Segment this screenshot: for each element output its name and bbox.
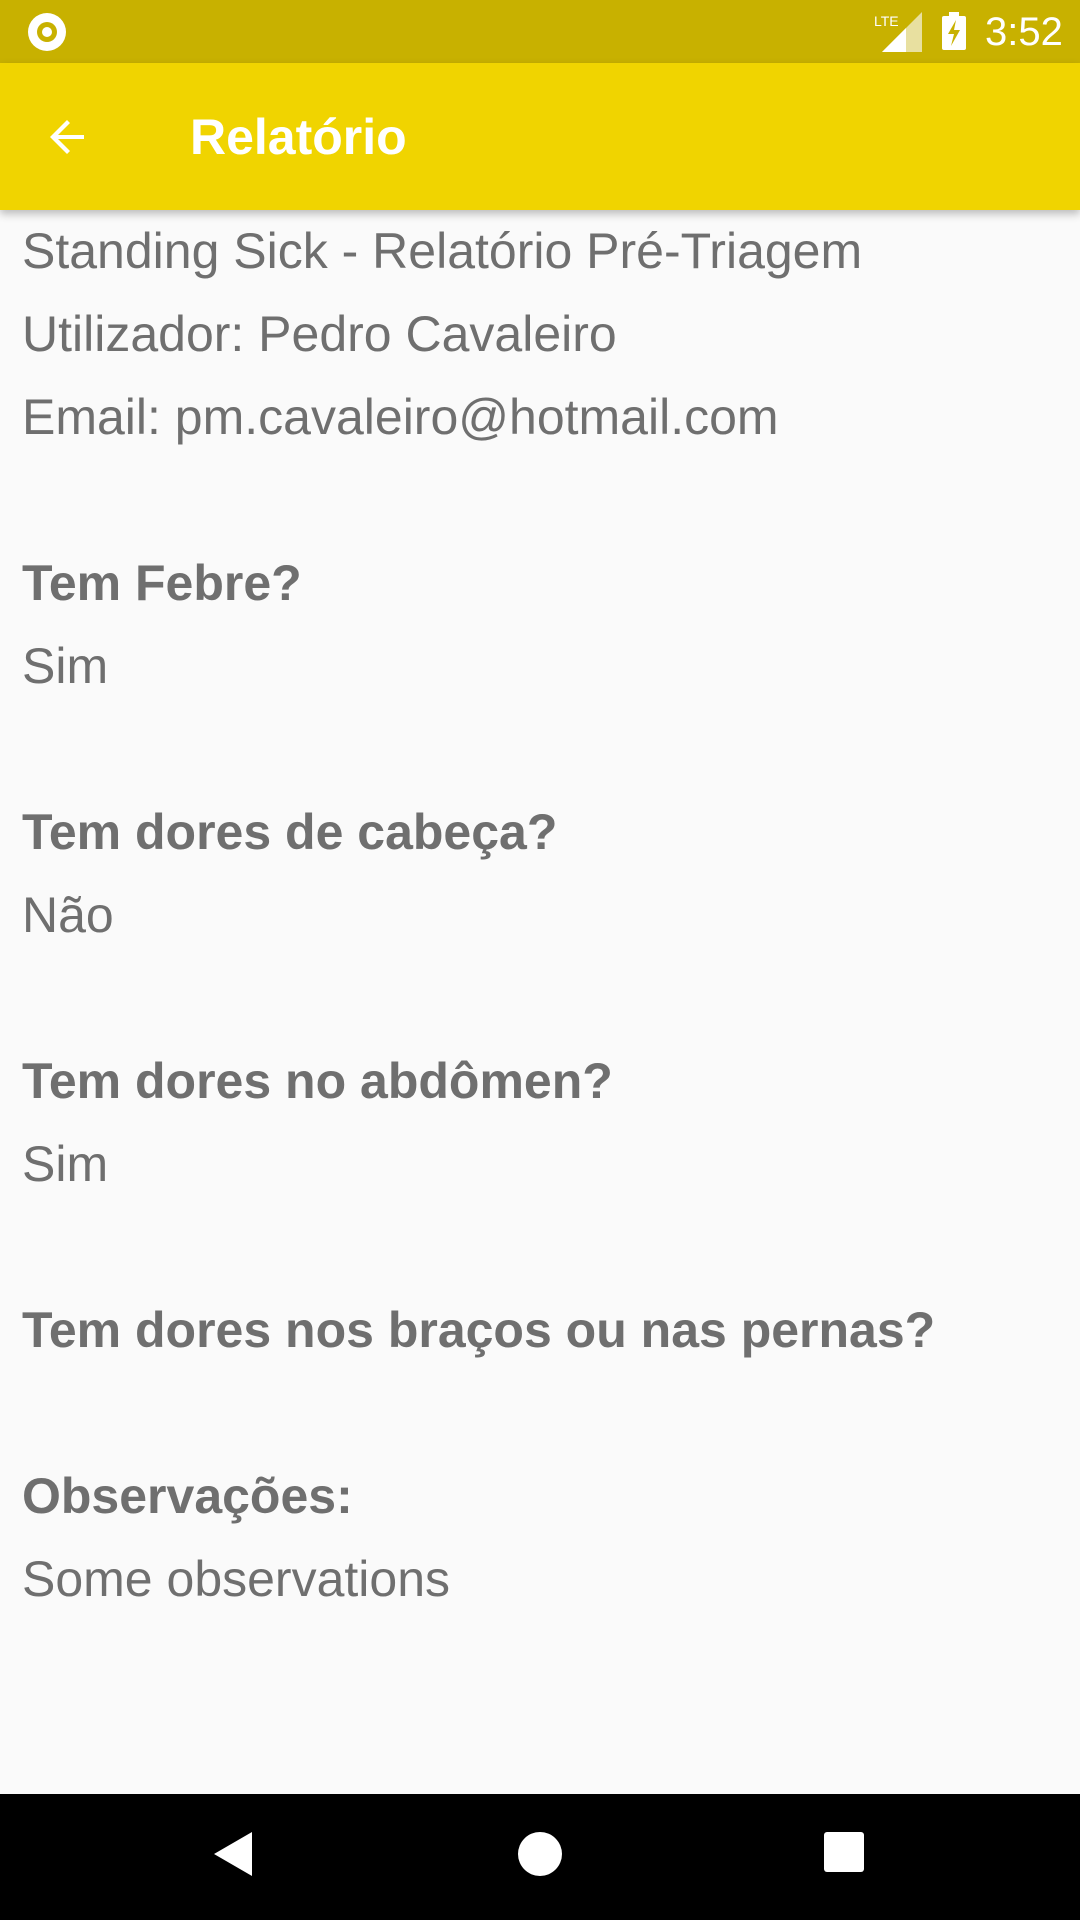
status-time: 3:52 — [985, 10, 1063, 54]
status-bar: LTE 3:52 — [0, 0, 1080, 63]
square-recents-icon[interactable] — [824, 1832, 864, 1872]
report-email: Email: pm.cavaleiro@hotmail.com — [22, 389, 779, 445]
battery-charging-icon — [942, 12, 966, 50]
circle-home-icon[interactable] — [518, 1832, 562, 1876]
system-nav-bar — [0, 1794, 1080, 1920]
answer-fever: Sim — [22, 638, 109, 694]
arrow-left-icon — [50, 120, 84, 154]
report-content: Standing Sick - Relatório Pré-Triagem Ut… — [22, 210, 1052, 1621]
lte-signal-icon: LTE — [874, 12, 922, 52]
svg-text:LTE: LTE — [874, 13, 899, 29]
answer-headache: Não — [22, 887, 114, 943]
report-header-title: Standing Sick - Relatório Pré-Triagem — [22, 223, 863, 279]
back-button[interactable] — [26, 95, 110, 179]
observations-text: Some observations — [22, 1551, 451, 1607]
question-limbs: Tem dores nos braços ou nas pernas? — [22, 1302, 936, 1358]
page-title: Relatório — [190, 109, 407, 165]
question-fever: Tem Febre? — [22, 555, 302, 611]
triangle-back-icon[interactable] — [212, 1830, 256, 1878]
answer-limbs — [22, 1372, 1052, 1455]
question-headache: Tem dores de cabeça? — [22, 804, 558, 860]
question-abdomen: Tem dores no abdômen? — [22, 1053, 613, 1109]
observations-label: Observações: — [22, 1468, 353, 1524]
notification-circle-icon — [28, 13, 66, 51]
report-user: Utilizador: Pedro Cavaleiro — [22, 306, 617, 362]
app-toolbar: Relatório — [0, 63, 1080, 210]
answer-abdomen: Sim — [22, 1136, 109, 1192]
